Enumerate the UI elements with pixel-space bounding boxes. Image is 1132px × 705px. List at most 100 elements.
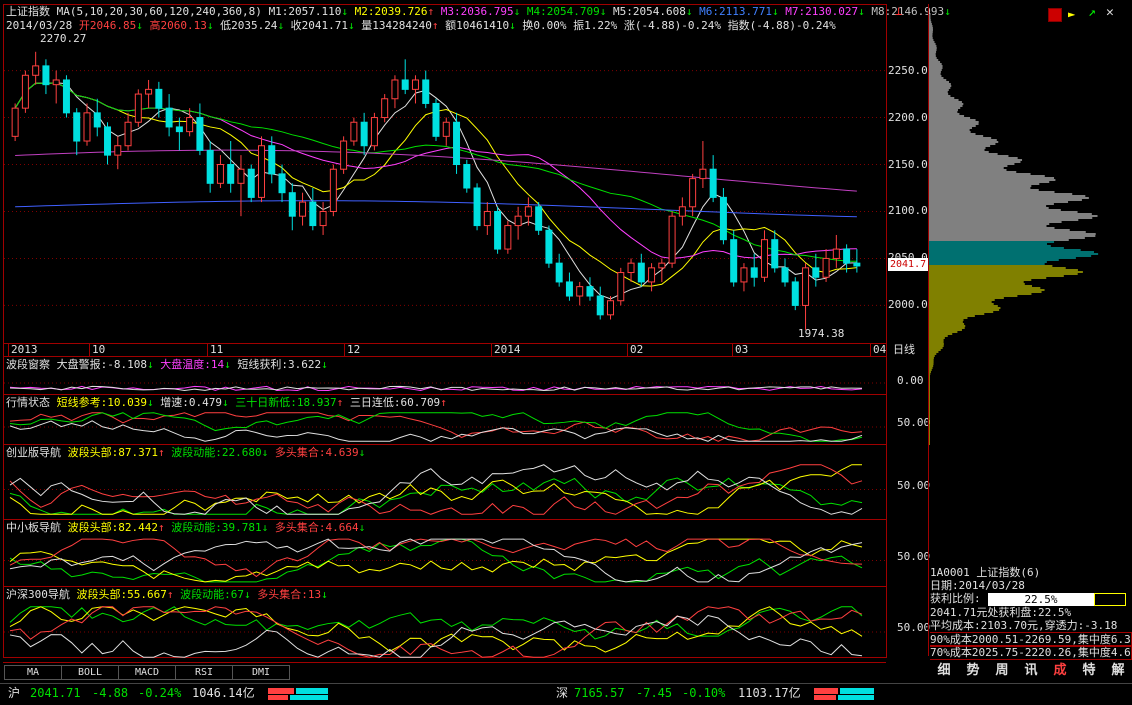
sz-breadth-bar: [814, 688, 874, 700]
sh-label: 沪: [8, 686, 21, 700]
tab-ma[interactable]: MA: [4, 665, 62, 680]
price-tick-label: 2250.0: [888, 63, 928, 77]
candle-body: [165, 107, 173, 128]
candlestick-chart: [4, 51, 886, 330]
indicator-value: 多头集合:4.639: [268, 446, 359, 459]
candle-body: [186, 117, 194, 133]
side-button[interactable]: 细: [930, 662, 958, 680]
candle-body: [350, 121, 358, 142]
side-button[interactable]: 解: [1104, 662, 1132, 680]
trend-arrow-icon: ↓: [321, 588, 328, 601]
candle-body: [134, 93, 142, 123]
candle-body: [843, 248, 851, 264]
quote-value: 换0.00%: [515, 19, 567, 32]
time-tick-label: 10: [89, 343, 105, 356]
candle-body: [760, 239, 768, 278]
time-tick-label: 12: [344, 343, 360, 356]
candle-body: [237, 168, 245, 184]
indicator-axis-label: 50.00: [897, 478, 931, 492]
profit-bar-end: [1094, 593, 1126, 606]
status-bar: 沪 2041.71 -4.88 -0.24% 1046.14亿 深 7165.5…: [0, 683, 1132, 705]
indicator-value: 三日连低:60.709: [343, 396, 441, 409]
indicator-header: 波段窗察 大盘警报:-8.108↓ 大盘温度:14↓ 短线获利:3.622↓: [6, 358, 328, 371]
candle-body: [257, 145, 265, 198]
candle-body: [124, 121, 132, 147]
candle-body: [802, 267, 810, 306]
time-tick-label: 2013: [8, 343, 38, 356]
ma-header: 上证指数 MA(5,10,20,30,60,120,240,360,8) M1:…: [6, 5, 951, 18]
candle-body: [719, 196, 727, 241]
candle-body: [391, 79, 399, 100]
candle-body: [617, 272, 625, 302]
quote-values: 开2046.85↓ 高2060.13↓ 低2035.24↓ 收2041.71↓ …: [79, 19, 836, 32]
candle-body: [740, 267, 748, 283]
side-button[interactable]: 讯: [1017, 662, 1045, 680]
time-tick-label: 2014: [491, 343, 521, 356]
candle-body: [52, 79, 60, 86]
trend-arrow-icon: ↑: [157, 446, 165, 459]
side-button[interactable]: 势: [959, 662, 987, 680]
candle-body: [175, 126, 183, 133]
candle-body: [822, 257, 830, 278]
tab-dmi[interactable]: DMI: [232, 665, 290, 680]
high-marker: 2270.27: [40, 32, 87, 45]
indicator-value: 大盘警报:-8.108: [50, 358, 147, 371]
price-tick-label: 2150.0: [888, 157, 928, 171]
sh-amount: 1046.14亿: [192, 686, 255, 700]
candle-body: [442, 121, 450, 137]
candle-body: [206, 149, 214, 184]
sz-label: 深: [556, 686, 569, 700]
candle-body: [791, 281, 799, 306]
indicator-value: 短线获利:3.622: [230, 358, 322, 371]
indicator-value: 波段头部:87.371: [61, 446, 158, 459]
trend-arrow-icon: ↓: [771, 5, 779, 18]
candle-body: [114, 145, 122, 156]
indicator-value: 增速:0.479: [153, 396, 222, 409]
candle-body: [32, 65, 40, 76]
trend-arrow-icon: ↓: [858, 5, 865, 18]
trend-arrow-icon: ↑: [157, 521, 165, 534]
quote-header: 2014/03/28 开2046.85↓ 高2060.13↓ 低2035.24↓…: [6, 19, 836, 32]
trend-arrow-icon: ↓: [221, 396, 229, 409]
indicator-chart: [4, 412, 886, 442]
candle-body: [750, 267, 758, 278]
quote-value: 开2046.85: [78, 19, 137, 32]
sz-pct: -0.10%: [682, 686, 726, 700]
candle-body: [494, 210, 502, 250]
indicator-header: 中小板导航 波段头部:82.442↑ 波段动能:39.781 ↓ 多头集合:4.6…: [6, 521, 365, 534]
candle-body: [607, 300, 615, 316]
candle-body: [288, 192, 296, 217]
candle-body: [658, 262, 666, 269]
side-button[interactable]: 周: [988, 662, 1016, 680]
quote-value: 量134284240: [354, 19, 432, 32]
candle-body: [853, 262, 861, 267]
sz-change: -7.45: [636, 686, 673, 700]
profit-pct: 22.5%: [1024, 593, 1058, 606]
candle-body: [432, 102, 440, 137]
tab-macd[interactable]: MACD: [118, 665, 176, 680]
tab-boll[interactable]: BOLL: [61, 665, 119, 680]
tab-rsi[interactable]: RSI: [175, 665, 233, 680]
candle-body: [42, 65, 50, 86]
quote-date: 2014/03/28: [6, 19, 73, 32]
price-tick-label: 2200.0: [888, 110, 928, 124]
candle-body: [689, 178, 697, 208]
lock-icon[interactable]: ⊥: [895, 4, 902, 18]
candle-body: [771, 239, 779, 269]
ma-value: M7:2130.027: [778, 5, 859, 18]
indicator-value: 波段动能:39.781: [164, 521, 262, 534]
candle-body: [730, 239, 738, 283]
chip-info-line: 70%成本2025.75-2220.26,集中度4.6: [930, 645, 1132, 660]
side-button[interactable]: 成: [1046, 662, 1074, 680]
quote-value: 振1.22%: [566, 19, 618, 32]
profit-bar: 22.5%: [988, 593, 1094, 606]
candle-body: [637, 262, 645, 283]
candle-body: [535, 206, 543, 231]
candle-body: [401, 79, 409, 90]
candle-body: [247, 168, 255, 198]
indicator-value: 多头集合:4.664: [268, 521, 359, 534]
candle-body: [268, 145, 276, 175]
indicator-header: 行情状态 短线参考:10.039↓ 增速:0.479↓ 三十日新低:18.937…: [6, 396, 447, 409]
low-marker: 1974.38: [798, 327, 845, 340]
side-button[interactable]: 特: [1075, 662, 1103, 680]
